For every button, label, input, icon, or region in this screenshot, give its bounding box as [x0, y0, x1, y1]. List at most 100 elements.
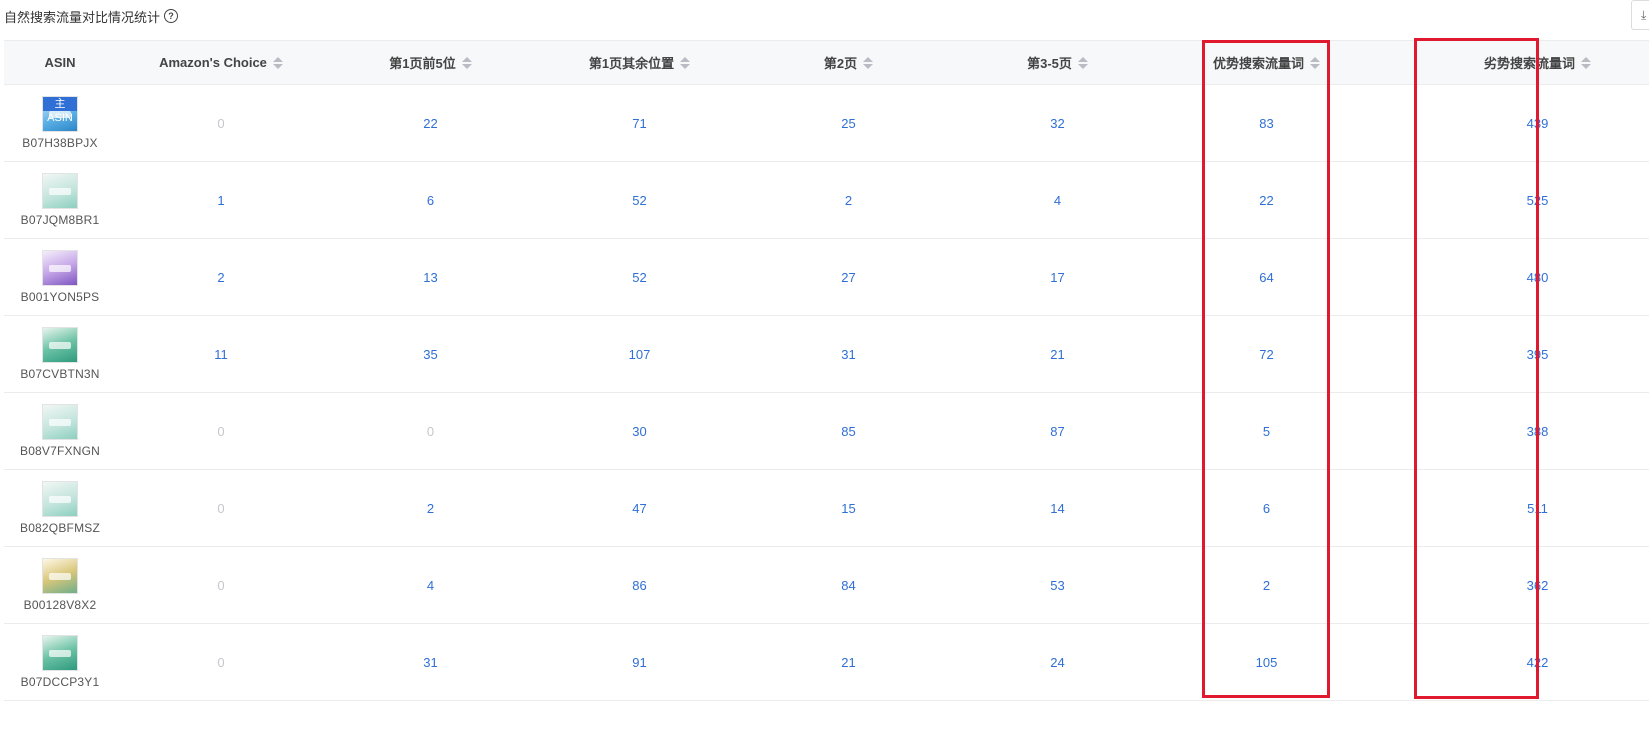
- cell-value-link-dis[interactable]: 388: [1527, 424, 1549, 439]
- cell-value-link-p2[interactable]: 15: [841, 501, 855, 516]
- table-row: B07JQM8BR1 1 6 52 2 4 22 525: [4, 161, 1649, 239]
- product-thumbnail[interactable]: [42, 635, 78, 671]
- sort-ascending-icon[interactable]: [461, 56, 472, 62]
- cell-value-link-p1top5[interactable]: 35: [423, 347, 437, 362]
- cell-value-link-p1top5[interactable]: 22: [423, 116, 437, 131]
- cell-value-link-p3[interactable]: 17: [1050, 270, 1064, 285]
- asin-code[interactable]: B082QBFMSZ: [20, 521, 100, 535]
- cell-value-link-p2[interactable]: 84: [841, 578, 855, 593]
- sort-caret-icon[interactable]: [863, 56, 874, 69]
- sort-caret-icon[interactable]: [1310, 56, 1320, 69]
- sort-descending-icon[interactable]: [461, 63, 472, 69]
- cell-value-link-adv[interactable]: 5: [1263, 424, 1270, 439]
- sort-descending-icon[interactable]: [1310, 63, 1320, 69]
- cell-value-link-adv[interactable]: 6: [1263, 501, 1270, 516]
- asin-code[interactable]: B07DCCP3Y1: [21, 675, 100, 689]
- cell-value-link-adv[interactable]: 22: [1259, 193, 1273, 208]
- column-header-p1top5[interactable]: 第1页前5位: [326, 40, 535, 85]
- cell-value-link-p3[interactable]: 14: [1050, 501, 1064, 516]
- cell-p1top5: 6: [326, 161, 535, 239]
- sort-descending-icon[interactable]: [1077, 63, 1088, 69]
- cell-value-link-dis[interactable]: 422: [1527, 655, 1549, 670]
- sort-ascending-icon[interactable]: [1310, 56, 1320, 62]
- cell-value-link-p1top5[interactable]: 2: [427, 501, 434, 516]
- cell-value-link-dis[interactable]: 362: [1527, 578, 1549, 593]
- cell-value-link-p3[interactable]: 4: [1054, 193, 1061, 208]
- sort-caret-icon[interactable]: [272, 56, 283, 69]
- column-header-p3[interactable]: 第3-5页: [953, 40, 1162, 85]
- asin-code[interactable]: B07H38BPJX: [22, 136, 97, 150]
- cell-value-link-p3[interactable]: 32: [1050, 116, 1064, 131]
- cell-adv: 105: [1162, 623, 1371, 701]
- column-header-dis[interactable]: 劣势搜索流量词: [1371, 40, 1649, 85]
- cell-value-link-adv[interactable]: 64: [1259, 270, 1273, 285]
- cell-value-link-p1other[interactable]: 52: [632, 270, 646, 285]
- asin-code[interactable]: B001YON5PS: [21, 290, 100, 304]
- sort-caret-icon[interactable]: [680, 56, 691, 69]
- cell-value-link-p1other[interactable]: 30: [632, 424, 646, 439]
- cell-value-link-adv[interactable]: 83: [1259, 116, 1273, 131]
- sort-ascending-icon[interactable]: [1077, 56, 1088, 62]
- asin-code[interactable]: B07JQM8BR1: [21, 213, 100, 227]
- cell-value-link-p1other[interactable]: 71: [632, 116, 646, 131]
- cell-value-link-p1other[interactable]: 47: [632, 501, 646, 516]
- asin-code[interactable]: B07CVBTN3N: [20, 367, 99, 381]
- cell-value-link-p1other[interactable]: 86: [632, 578, 646, 593]
- cell-value-link-p2[interactable]: 85: [841, 424, 855, 439]
- product-thumbnail[interactable]: [42, 404, 78, 440]
- column-header-adv[interactable]: 优势搜索流量词: [1162, 40, 1371, 85]
- cell-value-link-p3[interactable]: 24: [1050, 655, 1064, 670]
- sort-caret-icon[interactable]: [461, 56, 472, 69]
- cell-p2: 2: [744, 161, 953, 239]
- cell-value-link-dis[interactable]: 395: [1527, 347, 1549, 362]
- sort-ascending-icon[interactable]: [1581, 56, 1591, 62]
- sort-ascending-icon[interactable]: [863, 56, 874, 62]
- sort-ascending-icon[interactable]: [272, 56, 283, 62]
- product-thumbnail[interactable]: [42, 250, 78, 286]
- cell-value-link-p1top5[interactable]: 31: [423, 655, 437, 670]
- product-thumbnail[interactable]: [42, 327, 78, 363]
- cell-value-link-p1top5[interactable]: 4: [427, 578, 434, 593]
- product-thumbnail[interactable]: [42, 173, 78, 209]
- cell-value-link-adv[interactable]: 2: [1263, 578, 1270, 593]
- column-header-choice[interactable]: Amazon's Choice: [116, 40, 326, 85]
- cell-value-link-dis[interactable]: 511: [1527, 501, 1548, 516]
- sort-descending-icon[interactable]: [272, 63, 283, 69]
- asin-code[interactable]: B00128V8X2: [24, 598, 97, 612]
- cell-value-link-dis[interactable]: 480: [1527, 270, 1549, 285]
- cell-value-link-adv[interactable]: 105: [1256, 655, 1278, 670]
- sort-descending-icon[interactable]: [1581, 63, 1591, 69]
- cell-value-link-choice[interactable]: 11: [214, 347, 228, 362]
- column-header-p2[interactable]: 第2页: [744, 40, 953, 85]
- product-thumbnail[interactable]: [42, 558, 78, 594]
- cell-value-link-p2[interactable]: 27: [841, 270, 855, 285]
- question-circle-icon[interactable]: ?: [164, 9, 179, 23]
- sort-descending-icon[interactable]: [680, 63, 691, 69]
- column-header-p1other[interactable]: 第1页其余位置: [535, 40, 744, 85]
- sort-caret-icon[interactable]: [1581, 56, 1591, 69]
- product-thumbnail[interactable]: [42, 481, 78, 517]
- cell-value-link-choice[interactable]: 1: [217, 193, 224, 208]
- cell-value-link-dis[interactable]: 439: [1527, 116, 1549, 131]
- product-thumbnail[interactable]: 主ASIN: [42, 96, 78, 132]
- cell-value-link-choice[interactable]: 2: [217, 270, 224, 285]
- cell-value-link-p3[interactable]: 53: [1050, 578, 1064, 593]
- cell-value-link-p1other[interactable]: 52: [632, 193, 646, 208]
- sort-descending-icon[interactable]: [863, 63, 874, 69]
- cell-value-link-p2[interactable]: 21: [841, 655, 855, 670]
- cell-value-link-p1other[interactable]: 91: [632, 655, 646, 670]
- sort-ascending-icon[interactable]: [680, 56, 691, 62]
- cell-value-link-p3[interactable]: 21: [1050, 347, 1064, 362]
- cell-value-link-p3[interactable]: 87: [1050, 424, 1064, 439]
- cell-value-link-p2[interactable]: 2: [845, 193, 852, 208]
- download-button[interactable]: ⤓: [1631, 0, 1649, 30]
- cell-value-link-p1top5[interactable]: 13: [423, 270, 437, 285]
- cell-value-link-p1other[interactable]: 107: [629, 347, 651, 362]
- cell-value-link-p1top5[interactable]: 6: [427, 193, 434, 208]
- asin-code[interactable]: B08V7FXNGN: [20, 444, 100, 458]
- cell-value-link-dis[interactable]: 525: [1527, 193, 1549, 208]
- cell-value-link-adv[interactable]: 72: [1259, 347, 1273, 362]
- cell-value-link-p2[interactable]: 25: [841, 116, 855, 131]
- sort-caret-icon[interactable]: [1077, 56, 1088, 69]
- cell-value-link-p2[interactable]: 31: [841, 347, 855, 362]
